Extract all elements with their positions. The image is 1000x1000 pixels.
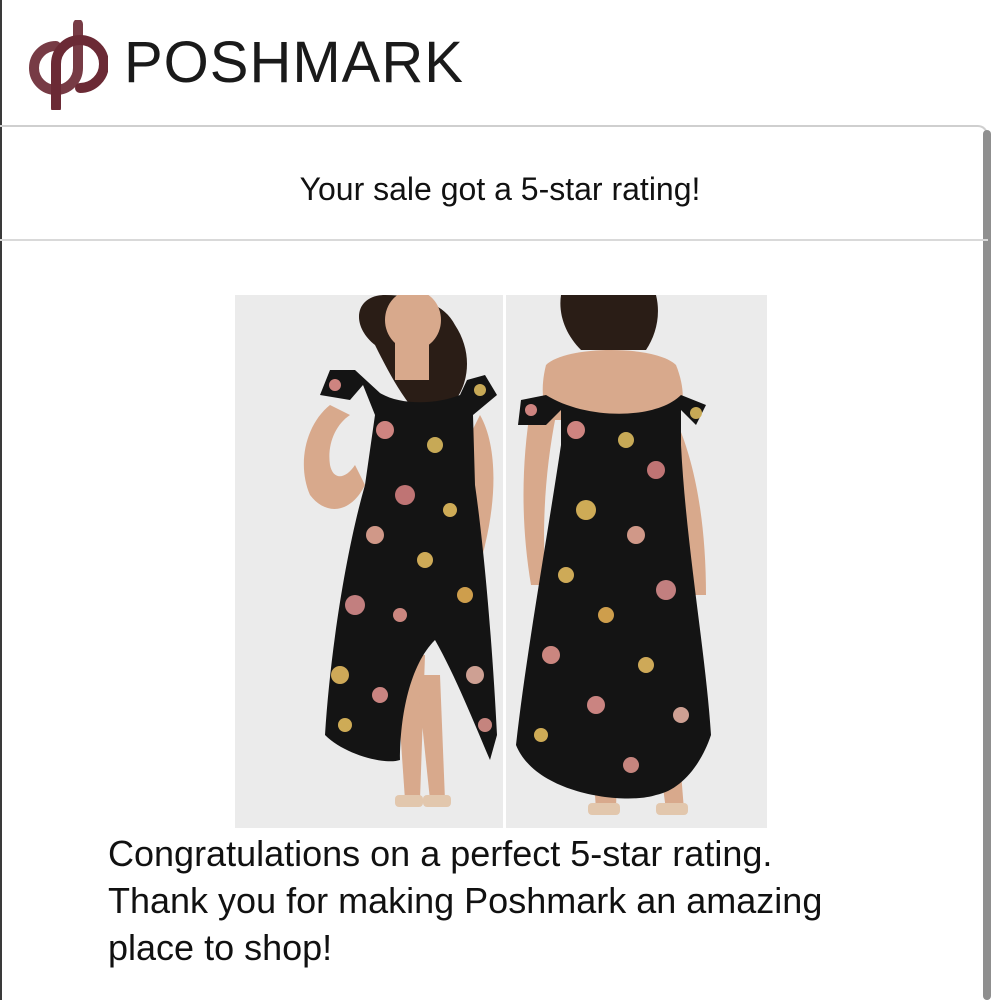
message-line: Congratulations on a perfect 5-star rati…	[108, 833, 773, 874]
message-line: Thank you for making Poshmark an amazing	[108, 880, 823, 921]
header: POSHMARK	[0, 0, 1000, 125]
poshmark-logo-icon	[29, 20, 108, 110]
congratulations-message: Congratulations on a perfect 5-star rati…	[108, 830, 968, 971]
email-screen: POSHMARK Your sale got a 5-star rating!	[0, 0, 1000, 1000]
message-line: place to shop!	[108, 927, 333, 968]
divider	[0, 239, 988, 241]
brand-name: POSHMARK	[124, 30, 464, 95]
scrollbar[interactable]	[983, 130, 991, 1000]
notification-title: Your sale got a 5-star rating!	[299, 171, 701, 207]
product-image-front[interactable]	[235, 295, 503, 828]
product-image-back[interactable]	[506, 295, 767, 828]
